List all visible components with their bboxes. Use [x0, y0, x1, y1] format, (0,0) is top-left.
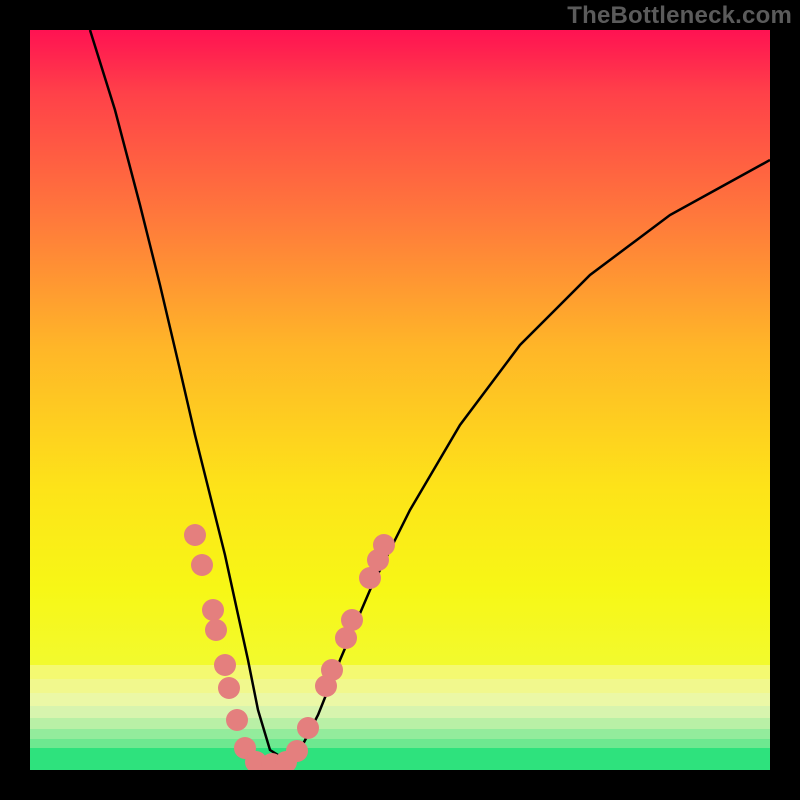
highlight-dot: [214, 654, 236, 676]
highlight-dots: [184, 524, 395, 770]
highlight-dot: [373, 534, 395, 556]
highlight-dot: [218, 677, 240, 699]
plot-overlay: [30, 30, 770, 770]
bottleneck-curve: [90, 30, 770, 760]
highlight-dot: [205, 619, 227, 641]
highlight-dot: [297, 717, 319, 739]
plot-area: [30, 30, 770, 770]
highlight-dot: [286, 740, 308, 762]
highlight-dot: [226, 709, 248, 731]
highlight-dot: [184, 524, 206, 546]
curve-group: [90, 30, 770, 760]
highlight-dot: [191, 554, 213, 576]
highlight-dot: [341, 609, 363, 631]
chart-frame: TheBottleneck.com: [0, 0, 800, 800]
highlight-dot: [321, 659, 343, 681]
watermark-text: TheBottleneck.com: [567, 2, 792, 30]
highlight-dot: [202, 599, 224, 621]
